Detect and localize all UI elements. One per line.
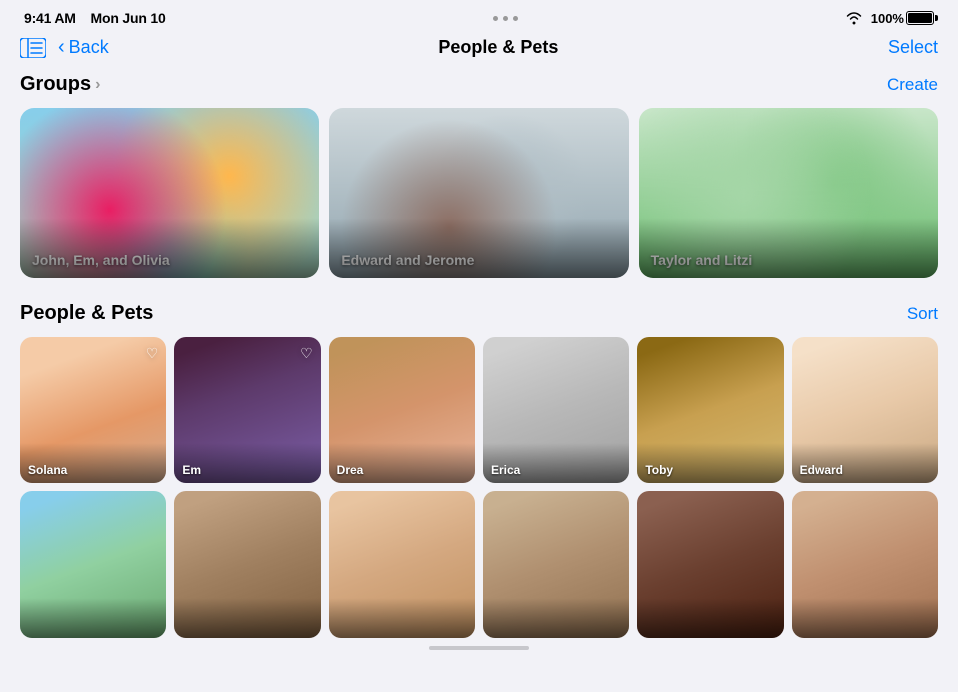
battery-indicator: 100% — [871, 11, 934, 26]
people-title: People & Pets — [20, 302, 153, 325]
people-section-header: People & Pets Sort — [20, 302, 938, 325]
status-time: 9:41 AM Mon Jun 10 — [24, 10, 166, 26]
content-area: Groups › Create John, Em, and Olivia Edw… — [0, 69, 958, 666]
person-name: Toby — [645, 463, 673, 477]
person-name: Erica — [491, 463, 520, 477]
groups-title-text: Groups — [20, 73, 91, 96]
battery-body — [906, 11, 934, 25]
person-name: Drea — [337, 463, 364, 477]
status-dots — [493, 16, 518, 21]
dot-2 — [503, 16, 508, 21]
person-card-row2-5[interactable] — [637, 491, 783, 637]
back-label: Back — [69, 37, 109, 58]
date-display: Mon Jun 10 — [91, 10, 166, 26]
battery-fill — [908, 13, 932, 23]
heart-icon: ♡ — [300, 345, 313, 362]
people-grid-row1: ♡ Solana ♡ Em Drea Erica Toby Edward — [20, 337, 938, 483]
people-title-text: People & Pets — [20, 302, 153, 325]
nav-left: ‹ Back — [20, 36, 109, 59]
person-card-row2-1[interactable] — [20, 491, 166, 637]
person-name: Solana — [28, 463, 67, 477]
person-card-row2-3[interactable] — [329, 491, 475, 637]
nav-bar: ‹ Back People & Pets Select — [0, 32, 958, 69]
device-frame: 9:41 AM Mon Jun 10 100% — [0, 0, 958, 692]
time-display: 9:41 AM — [24, 10, 76, 26]
group-card[interactable]: John, Em, and Olivia — [20, 108, 319, 278]
group-card[interactable]: Edward and Jerome — [329, 108, 628, 278]
page-title: People & Pets — [438, 37, 558, 58]
create-button[interactable]: Create — [887, 75, 938, 95]
person-card-drea[interactable]: Drea — [329, 337, 475, 483]
groups-title[interactable]: Groups › — [20, 73, 100, 96]
person-name: Em — [182, 463, 201, 477]
dot-3 — [513, 16, 518, 21]
back-chevron-icon: ‹ — [58, 36, 65, 59]
group-card-label: John, Em, and Olivia — [32, 252, 170, 268]
back-button[interactable]: ‹ Back — [58, 36, 109, 59]
wifi-icon — [845, 11, 863, 25]
status-bar: 9:41 AM Mon Jun 10 100% — [0, 0, 958, 32]
person-card-row2-2[interactable] — [174, 491, 320, 637]
group-card[interactable]: Taylor and Litzi — [639, 108, 938, 278]
person-card-erica[interactable]: Erica — [483, 337, 629, 483]
group-card-label: Edward and Jerome — [341, 252, 474, 268]
group-card-label: Taylor and Litzi — [651, 252, 753, 268]
people-grid-row2 — [20, 491, 938, 637]
groups-grid: John, Em, and Olivia Edward and Jerome T… — [20, 108, 938, 278]
person-card-row2-6[interactable] — [792, 491, 938, 637]
scroll-indicator — [20, 638, 938, 654]
sort-button[interactable]: Sort — [907, 304, 938, 324]
person-card-edward[interactable]: Edward — [792, 337, 938, 483]
scroll-pill — [429, 646, 529, 650]
person-card-toby[interactable]: Toby — [637, 337, 783, 483]
select-button[interactable]: Select — [888, 37, 938, 58]
person-card-em[interactable]: ♡ Em — [174, 337, 320, 483]
sidebar-icon[interactable] — [20, 38, 46, 58]
person-card-row2-4[interactable] — [483, 491, 629, 637]
dot-1 — [493, 16, 498, 21]
heart-icon: ♡ — [146, 345, 159, 362]
groups-section-header: Groups › Create — [20, 73, 938, 96]
person-name: Edward — [800, 463, 843, 477]
person-card-solana[interactable]: ♡ Solana — [20, 337, 166, 483]
groups-chevron-icon: › — [95, 76, 100, 94]
battery-percentage: 100% — [871, 11, 904, 26]
status-right: 100% — [845, 11, 934, 26]
